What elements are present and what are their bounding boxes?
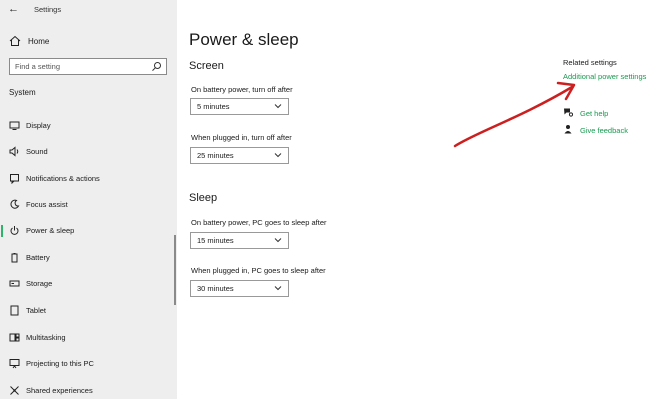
sleep-plugged-label: When plugged in, PC goes to sleep after (191, 266, 326, 275)
display-icon (9, 121, 20, 130)
sidebar-item-label: Battery (26, 253, 50, 262)
related-settings-title: Related settings (563, 58, 617, 67)
sidebar-item-storage[interactable]: Storage (0, 275, 177, 293)
chevron-down-icon (274, 238, 282, 243)
get-help-icon (564, 108, 573, 117)
battery-icon (11, 253, 18, 263)
sidebar-item-tablet[interactable]: Tablet (0, 302, 177, 320)
sidebar-item-shared-experiences[interactable]: Shared experiences (0, 382, 177, 400)
give-feedback-icon (564, 125, 572, 134)
give-feedback-link[interactable]: Give feedback (580, 126, 628, 135)
search-icon[interactable] (151, 61, 162, 72)
projecting-icon (9, 359, 20, 369)
sleep-plugged-dropdown[interactable]: 30 minutes (190, 280, 289, 297)
sleep-heading: Sleep (189, 192, 218, 204)
get-help-link[interactable]: Get help (580, 109, 608, 118)
screen-battery-label: On battery power, turn off after (191, 85, 293, 94)
sidebar-item-power-sleep[interactable]: Power & sleep (0, 222, 177, 240)
sidebar-item-focus-assist[interactable]: Focus assist (0, 196, 177, 214)
chevron-down-icon (274, 286, 282, 291)
sidebar-item-label: Shared experiences (26, 386, 93, 395)
sleep-battery-label: On battery power, PC goes to sleep after (191, 218, 327, 227)
app-title: Settings (34, 5, 62, 14)
screen-plugged-label: When plugged in, turn off after (191, 133, 292, 142)
home-link[interactable]: Home (9, 34, 49, 48)
multitasking-icon (9, 333, 20, 342)
screen-plugged-dropdown[interactable]: 25 minutes (190, 147, 289, 164)
chevron-down-icon (274, 104, 282, 109)
dropdown-value: 25 minutes (197, 151, 234, 160)
sleep-battery-dropdown[interactable]: 15 minutes (190, 232, 289, 249)
shared-experiences-icon (10, 386, 19, 395)
sidebar-item-battery[interactable]: Battery (0, 249, 177, 267)
dropdown-value: 30 minutes (197, 284, 234, 293)
chevron-down-icon (274, 153, 282, 158)
sidebar-item-label: Display (26, 121, 51, 130)
back-arrow-icon[interactable]: ← (8, 3, 19, 15)
sidebar-item-label: Projecting to this PC (26, 359, 94, 368)
power-icon (10, 226, 19, 235)
home-icon (9, 35, 21, 46)
notifications-icon (10, 174, 19, 184)
storage-icon (9, 280, 20, 287)
page-title: Power & sleep (189, 30, 299, 49)
additional-power-settings-link[interactable]: Additional power settings (563, 72, 646, 81)
search-input[interactable]: Find a setting (9, 58, 167, 75)
sidebar-item-display[interactable]: Display (0, 117, 177, 135)
sidebar-item-label: Tablet (26, 306, 47, 315)
screen-battery-dropdown[interactable]: 5 minutes (190, 98, 289, 115)
main-content: Power & sleep Screen On battery power, t… (177, 0, 660, 399)
dropdown-value: 15 minutes (197, 236, 234, 245)
sidebar-scrollbar[interactable] (174, 235, 176, 305)
search-placeholder: Find a setting (15, 62, 61, 71)
sidebar-item-sound[interactable]: Sound (0, 143, 177, 161)
dropdown-value: 5 minutes (197, 102, 230, 111)
focus-assist-icon (10, 199, 20, 209)
sidebar-item-label: Sound (26, 147, 48, 156)
title-bar: ← Settings (0, 0, 177, 20)
sidebar: ← Settings Home Find a setting System Di… (0, 0, 177, 399)
sound-icon (9, 146, 19, 157)
sidebar-item-label: Multitasking (26, 333, 66, 342)
sidebar-item-label: Focus assist (26, 200, 68, 209)
tablet-icon (10, 305, 19, 316)
sidebar-item-label: Storage (26, 279, 53, 288)
sidebar-item-multitasking[interactable]: Multitasking (0, 329, 177, 347)
section-label-system: System (9, 88, 36, 97)
home-label: Home (28, 36, 50, 46)
sidebar-item-projecting[interactable]: Projecting to this PC (0, 355, 177, 373)
selected-indicator (1, 225, 3, 237)
sidebar-item-label: Notifications & actions (26, 174, 100, 183)
sidebar-item-label: Power & sleep (26, 226, 75, 235)
sidebar-item-notifications[interactable]: Notifications & actions (0, 170, 177, 188)
screen-heading: Screen (189, 60, 224, 72)
